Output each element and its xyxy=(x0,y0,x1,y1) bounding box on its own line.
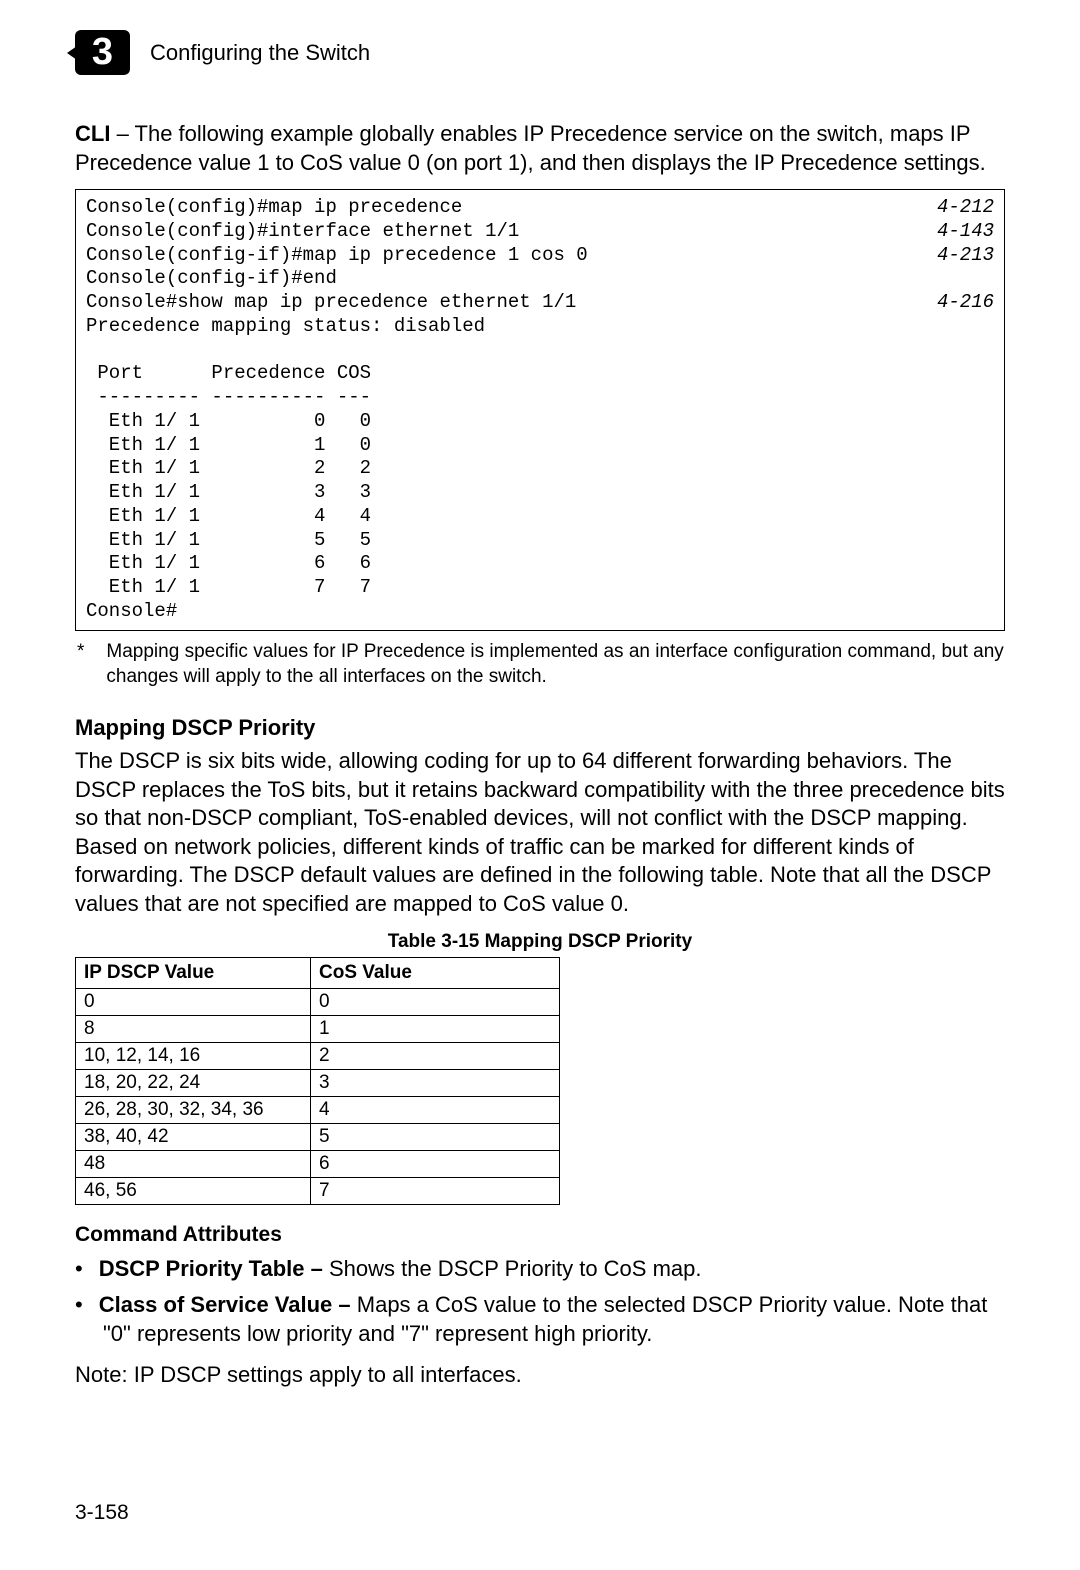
table-cell: 10, 12, 14, 16 xyxy=(76,1042,311,1069)
list-item: Class of Service Value – Maps a CoS valu… xyxy=(75,1291,1005,1348)
console-line: --------- ---------- --- xyxy=(86,386,994,410)
section-paragraph: The DSCP is six bits wide, allowing codi… xyxy=(75,747,1005,919)
table-cell: 4 xyxy=(311,1096,560,1123)
table-cell: 0 xyxy=(311,988,560,1015)
console-line: Precedence mapping status: disabled xyxy=(86,315,994,339)
table-cell: 6 xyxy=(311,1150,560,1177)
table-cell: 0 xyxy=(76,988,311,1015)
console-command: Eth 1/ 1 0 0 xyxy=(86,410,371,434)
console-line: Console#show map ip precedence ethernet … xyxy=(86,291,994,315)
table-cell: 26, 28, 30, 32, 34, 36 xyxy=(76,1096,311,1123)
table-cell: 38, 40, 42 xyxy=(76,1123,311,1150)
list-item-text: Shows the DSCP Priority to CoS map. xyxy=(323,1256,702,1281)
table-caption: Table 3-15 Mapping DSCP Priority xyxy=(75,931,1005,953)
list-item-bold: DSCP Priority Table – xyxy=(99,1256,323,1281)
footnote-text: Mapping specific values for IP Precedenc… xyxy=(106,639,1005,690)
console-command: Console(config-if)#end xyxy=(86,267,337,291)
console-ref: 4-212 xyxy=(937,196,994,220)
dscp-table: IP DSCP Value CoS Value 008110, 12, 14, … xyxy=(75,957,560,1205)
page-number: 3-158 xyxy=(75,1501,129,1525)
console-ref: 4-216 xyxy=(937,291,994,315)
table-cell: 48 xyxy=(76,1150,311,1177)
table-cell: 7 xyxy=(311,1177,560,1204)
cli-label: CLI xyxy=(75,121,110,146)
table-row: 38, 40, 425 xyxy=(76,1123,560,1150)
chapter-badge-icon: 3 xyxy=(75,30,130,75)
console-line: Eth 1/ 1 7 7 xyxy=(86,576,994,600)
note-line: Note: IP DSCP settings apply to all inte… xyxy=(75,1362,1005,1388)
console-ref: 4-213 xyxy=(937,244,994,268)
console-command: Console(config-if)#map ip precedence 1 c… xyxy=(86,244,588,268)
table-header-dscp: IP DSCP Value xyxy=(76,957,311,988)
table-cell: 3 xyxy=(311,1069,560,1096)
console-ref: 4-143 xyxy=(937,220,994,244)
console-command: Eth 1/ 1 7 7 xyxy=(86,576,371,600)
console-command: Console(config)#map ip precedence xyxy=(86,196,462,220)
list-item-bold: Class of Service Value – xyxy=(99,1292,351,1317)
table-row: 26, 28, 30, 32, 34, 364 xyxy=(76,1096,560,1123)
console-command: --------- ---------- --- xyxy=(86,386,371,410)
console-command: Eth 1/ 1 3 3 xyxy=(86,481,371,505)
console-command: Precedence mapping status: disabled xyxy=(86,315,485,339)
note-text: IP DSCP settings apply to all interfaces… xyxy=(128,1362,522,1387)
table-row: 486 xyxy=(76,1150,560,1177)
list-item: DSCP Priority Table – Shows the DSCP Pri… xyxy=(75,1255,1005,1284)
note-label: Note: xyxy=(75,1362,128,1387)
console-line: Eth 1/ 1 5 5 xyxy=(86,529,994,553)
page-title: Configuring the Switch xyxy=(150,40,370,66)
table-header-cos: CoS Value xyxy=(311,957,560,988)
footnote-mark: * xyxy=(77,639,84,690)
console-command: Console(config)#interface ethernet 1/1 xyxy=(86,220,519,244)
table-row: 00 xyxy=(76,988,560,1015)
console-command: Eth 1/ 1 4 4 xyxy=(86,505,371,529)
table-row: 46, 567 xyxy=(76,1177,560,1204)
console-command: Port Precedence COS xyxy=(86,362,371,386)
table-cell: 2 xyxy=(311,1042,560,1069)
console-line: Console(config-if)#end xyxy=(86,267,994,291)
console-line: Eth 1/ 1 6 6 xyxy=(86,552,994,576)
table-cell: 18, 20, 22, 24 xyxy=(76,1069,311,1096)
console-command xyxy=(86,339,97,363)
section-heading: Mapping DSCP Priority xyxy=(75,715,1005,741)
console-line: Console(config)#map ip precedence 4-212 xyxy=(86,196,994,220)
intro-paragraph: CLI – The following example globally ena… xyxy=(75,120,1005,177)
table-row: 18, 20, 22, 243 xyxy=(76,1069,560,1096)
console-line xyxy=(86,339,994,363)
console-command: Eth 1/ 1 1 0 xyxy=(86,434,371,458)
console-output: Console(config)#map ip precedence4-212Co… xyxy=(75,189,1005,631)
table-cell: 1 xyxy=(311,1015,560,1042)
console-line: Console# xyxy=(86,600,994,624)
table-cell: 5 xyxy=(311,1123,560,1150)
table-cell: 8 xyxy=(76,1015,311,1042)
table-row: 10, 12, 14, 162 xyxy=(76,1042,560,1069)
console-command: Eth 1/ 1 5 5 xyxy=(86,529,371,553)
console-command: Eth 1/ 1 2 2 xyxy=(86,457,371,481)
console-command: Console#show map ip precedence ethernet … xyxy=(86,291,576,315)
console-command: Console# xyxy=(86,600,177,624)
table-row: 81 xyxy=(76,1015,560,1042)
console-line: Port Precedence COS xyxy=(86,362,994,386)
console-line: Eth 1/ 1 2 2 xyxy=(86,457,994,481)
console-line: Console(config)#interface ethernet 1/1 4-… xyxy=(86,220,994,244)
console-line: Eth 1/ 1 4 4 xyxy=(86,505,994,529)
page-header: 3 Configuring the Switch xyxy=(75,30,1005,75)
intro-text: – The following example globally enables… xyxy=(75,121,986,175)
console-line: Eth 1/ 1 0 0 xyxy=(86,410,994,434)
command-attributes-list: DSCP Priority Table – Shows the DSCP Pri… xyxy=(75,1255,1005,1349)
table-cell: 46, 56 xyxy=(76,1177,311,1204)
chapter-number: 3 xyxy=(92,31,113,74)
console-line: Eth 1/ 1 1 0 xyxy=(86,434,994,458)
footnote: * Mapping specific values for IP Precede… xyxy=(75,639,1005,690)
console-command: Eth 1/ 1 6 6 xyxy=(86,552,371,576)
console-line: Eth 1/ 1 3 3 xyxy=(86,481,994,505)
console-line: Console(config-if)#map ip precedence 1 c… xyxy=(86,244,994,268)
command-attributes-heading: Command Attributes xyxy=(75,1223,1005,1247)
